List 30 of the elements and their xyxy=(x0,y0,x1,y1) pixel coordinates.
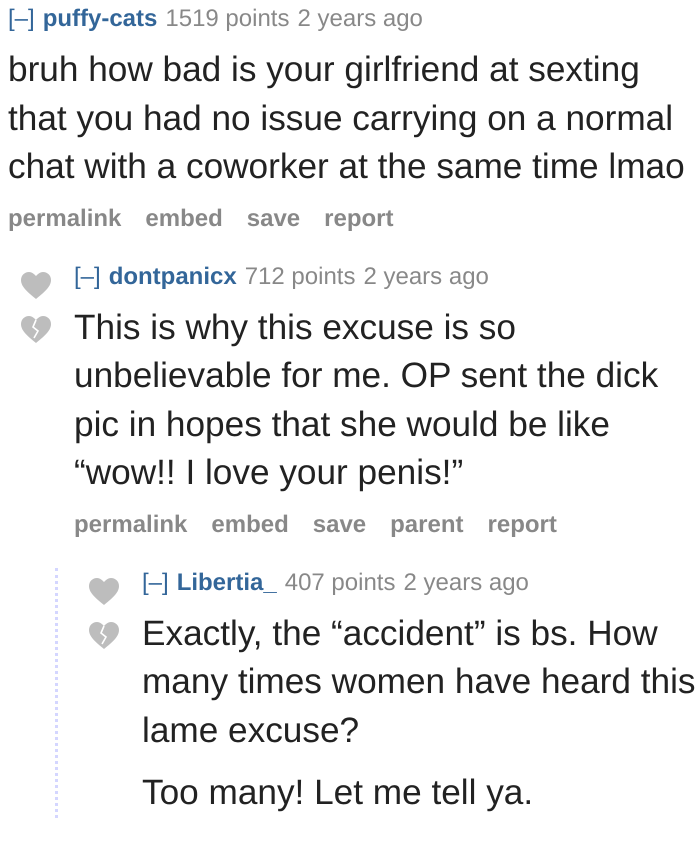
comment-time: 2 years ago xyxy=(363,262,489,292)
comment-action-link[interactable]: report xyxy=(488,510,557,540)
comment-action-link[interactable]: report xyxy=(324,204,394,234)
comment-score: 1519 points xyxy=(165,4,290,34)
thread-line[interactable]: [–] Libertia_ 407 points 2 years ago Exactly, the “accident” is bs. How many times women have heard this lame excuse? Too many! Let me tell ya. xyxy=(55,568,700,818)
comment-action-link[interactable]: permalink xyxy=(74,510,188,540)
comment-text: bruh how bad is your girlfriend at sexting that you had no issue carrying on a normal chat with a coworker at the same time lmao xyxy=(8,49,686,188)
comment-score: 407 points xyxy=(284,568,396,598)
collapse-toggle[interactable]: [–] xyxy=(8,4,35,34)
author-link[interactable]: puffy-cats xyxy=(42,4,158,34)
comment-action-link[interactable]: embed xyxy=(145,204,223,234)
comment-text: This is why this excuse is so unbelievable for me. OP sent the dick pic in hopes that she would be like “wow!! I love your penis!” xyxy=(74,306,660,494)
comment-action-link[interactable]: parent xyxy=(390,510,464,540)
heart-icon[interactable] xyxy=(88,578,120,606)
comment-time: 2 years ago xyxy=(403,568,529,598)
heart-icon[interactable] xyxy=(20,272,52,300)
comment-action-link[interactable]: save xyxy=(246,204,300,234)
broken-heart-icon[interactable] xyxy=(20,316,52,344)
collapse-toggle[interactable]: [–] xyxy=(142,568,169,598)
comment-text: Too many! Let me tell ya. xyxy=(142,772,534,814)
comment-time: 2 years ago xyxy=(297,4,423,34)
comment-text: Exactly, the “accident” is bs. How many times women have heard this lame excuse? xyxy=(142,612,696,752)
comment-action-link[interactable]: permalink xyxy=(8,204,122,234)
collapse-toggle[interactable]: [–] xyxy=(74,262,101,292)
author-link[interactable]: Libertia_ xyxy=(176,568,277,598)
comment-action-link[interactable]: embed xyxy=(211,510,289,540)
author-link[interactable]: dontpanicx xyxy=(108,262,237,292)
comment-action-link[interactable]: save xyxy=(312,510,366,540)
broken-heart-icon[interactable] xyxy=(88,622,120,650)
comment-score: 712 points xyxy=(244,262,356,292)
